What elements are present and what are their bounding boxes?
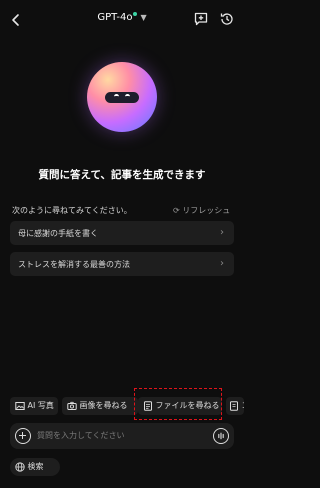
suggestion-label: 母に感謝の手紙を書く (18, 229, 98, 238)
highlight-box (134, 388, 222, 420)
globe-icon (15, 461, 25, 472)
new-chat-icon[interactable] (193, 11, 209, 27)
chip-label: AI 写真 (27, 401, 54, 410)
message-input[interactable]: 質問を入力してください (37, 430, 125, 441)
image-icon (15, 401, 25, 410)
add-icon[interactable] (15, 428, 31, 444)
chip-document[interactable]: コ (226, 397, 244, 415)
suggestions-label: 次のように尋ねてみてください。 (12, 206, 132, 215)
chip-ai-photo[interactable]: AI 写真 (10, 397, 58, 415)
history-icon[interactable] (219, 11, 235, 27)
chip-label: 画像を尋ねる (79, 401, 128, 410)
avatar-eyes (105, 92, 139, 103)
refresh-label: リフレッシュ (182, 206, 231, 215)
top-bar: GPT-4o ▼ (0, 0, 244, 40)
refresh-icon: ⟳ (173, 206, 180, 215)
suggestion-item[interactable]: 母に感謝の手紙を書く › (10, 221, 234, 245)
chevron-down-icon: ▼ (140, 13, 147, 22)
hero-headline: 質問に答えて、記事を生成できます (38, 169, 206, 181)
voice-icon[interactable] (213, 428, 229, 444)
assistant-avatar (87, 62, 157, 132)
chip-label: コ (242, 401, 244, 410)
online-dot (133, 12, 138, 16)
search-button[interactable]: 検索 (10, 458, 60, 476)
chevron-right-icon: › (220, 227, 224, 238)
search-label: 検索 (27, 462, 44, 471)
chip-ask-image[interactable]: 画像を尋ねる (62, 397, 138, 415)
document-icon (230, 400, 238, 411)
camera-icon (67, 401, 77, 410)
refresh-button[interactable]: ⟳ リフレッシュ (173, 205, 230, 216)
chevron-right-icon: › (220, 258, 224, 269)
message-input-bar: 質問を入力してください (10, 423, 234, 449)
model-title: GPT-4o (97, 12, 133, 23)
suggestion-item[interactable]: ストレスを解消する最善の方法 › (10, 252, 234, 276)
suggestion-label: ストレスを解消する最善の方法 (18, 260, 130, 269)
